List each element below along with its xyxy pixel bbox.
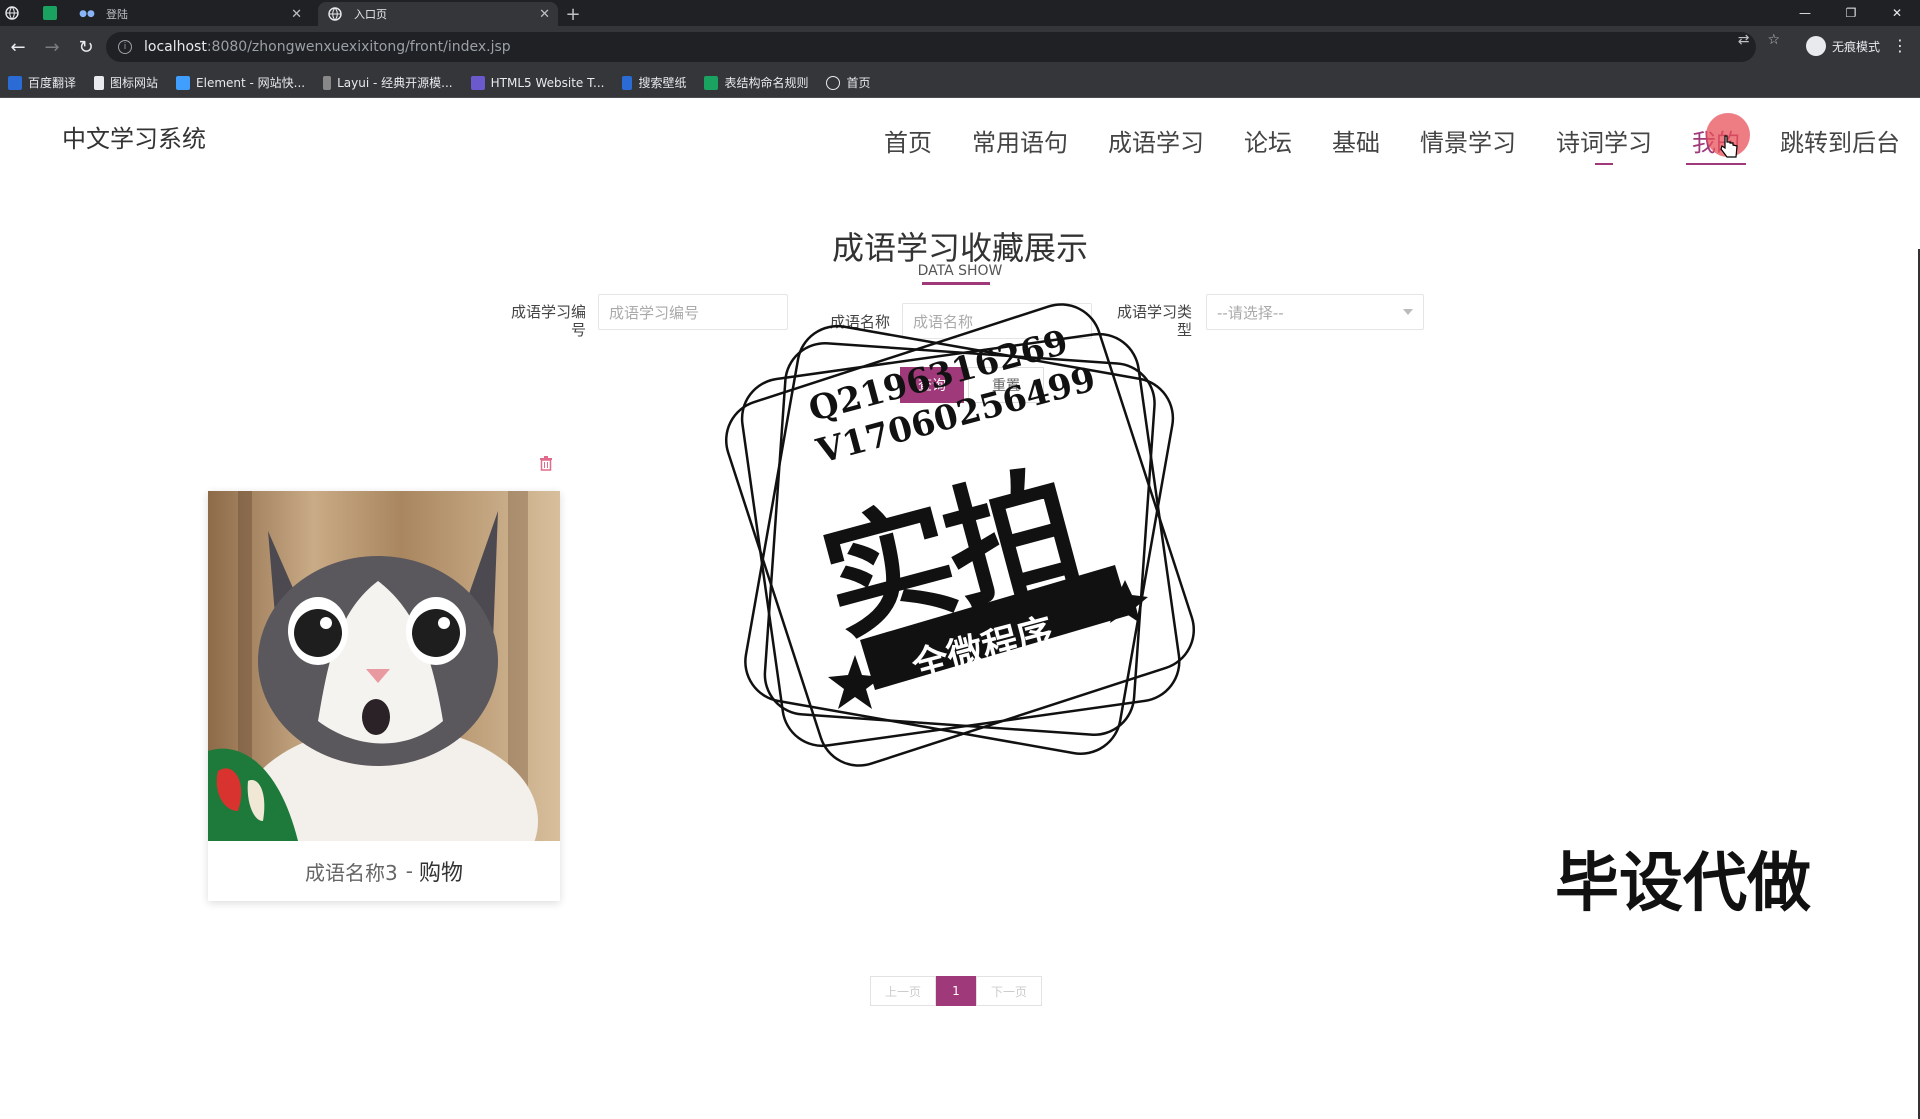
page-number-button[interactable]: 1 bbox=[936, 976, 976, 1006]
bookmark-item[interactable]: 图标网站 bbox=[94, 74, 158, 91]
globe-icon bbox=[328, 7, 342, 21]
bookmark-item[interactable]: 搜索壁纸 bbox=[622, 74, 686, 91]
bookmark-item[interactable]: 表结构命名规则 bbox=[704, 74, 808, 91]
html5-icon bbox=[470, 75, 485, 90]
label-line: 号 bbox=[570, 321, 586, 339]
bookmark-label: Layui - 经典开源模... bbox=[337, 76, 453, 90]
next-page-button[interactable]: 下一页 bbox=[976, 976, 1042, 1006]
close-icon[interactable]: ✕ bbox=[539, 7, 550, 22]
incognito-icon bbox=[1805, 36, 1826, 56]
pinned-tab-globe[interactable] bbox=[0, 0, 24, 26]
prev-page-button[interactable]: 上一页 bbox=[870, 976, 936, 1006]
nav-label: 首页 bbox=[884, 129, 932, 157]
bookmarks-bar: 百度翻译 图标网站 Element - 网站快... Layui - 经典开源模… bbox=[0, 68, 1920, 98]
hand-cursor-icon bbox=[1720, 135, 1738, 158]
bookmark-label: Element - 网站快... bbox=[196, 76, 306, 90]
nav-phrases[interactable]: 常用语句 bbox=[972, 123, 1068, 161]
nav-forum[interactable]: 论坛 bbox=[1244, 123, 1292, 161]
pagination: 上一页 1 下一页 bbox=[870, 976, 1042, 1006]
wallpaper-icon bbox=[622, 75, 633, 90]
nav-label: 基础 bbox=[1332, 129, 1380, 157]
info-icon[interactable]: i bbox=[118, 40, 132, 54]
address-bar[interactable]: i localhost:8080/zhongwenxuexixitong/fro… bbox=[106, 32, 1756, 62]
globe-icon bbox=[5, 6, 19, 20]
page-subtitle: DATA SHOW bbox=[917, 263, 1003, 279]
idiom-category: 购物 bbox=[418, 861, 463, 886]
green-sheet-icon bbox=[43, 6, 57, 20]
close-icon[interactable]: ✕ bbox=[291, 7, 302, 22]
trash-icon[interactable] bbox=[539, 455, 553, 475]
layui-icon bbox=[323, 75, 332, 90]
site-logo[interactable]: 中文学习系统 bbox=[62, 119, 206, 154]
restore-icon[interactable]: ❐ bbox=[1828, 0, 1874, 26]
back-arrow-icon[interactable]: ← bbox=[2, 31, 34, 63]
bookmark-label: 图标网站 bbox=[110, 76, 159, 90]
element-icon bbox=[176, 75, 191, 90]
nav-label: 成语学习 bbox=[1108, 129, 1204, 157]
dots-icon: ●● bbox=[79, 9, 95, 19]
nav-admin[interactable]: 跳转到后台 bbox=[1780, 123, 1900, 161]
bookmark-item[interactable]: Element - 网站快... bbox=[176, 74, 305, 91]
nav-label: 常用语句 bbox=[972, 129, 1068, 157]
reload-icon[interactable]: ↻ bbox=[70, 31, 102, 63]
idiom-name: 成语名称3 bbox=[305, 860, 398, 885]
nav-basics[interactable]: 基础 bbox=[1332, 123, 1380, 161]
bookmark-label: 百度翻译 bbox=[28, 76, 77, 90]
star-icon[interactable]: ☆ bbox=[1767, 32, 1780, 48]
pinned-tab-sheet[interactable] bbox=[38, 0, 62, 26]
new-tab-button[interactable]: + bbox=[558, 2, 588, 26]
nav-label: 跳转到后台 bbox=[1780, 129, 1900, 157]
incognito-label: 无痕模式 bbox=[1831, 39, 1880, 54]
number-label: 成语学习编 号 bbox=[490, 303, 586, 339]
type-select[interactable]: --请选择-- bbox=[1206, 294, 1424, 330]
cat-photo[interactable] bbox=[208, 491, 560, 841]
close-window-icon[interactable]: ✕ bbox=[1874, 0, 1920, 26]
placeholder: 成语学习编号 bbox=[609, 303, 700, 322]
label-line: 成语学习编 bbox=[510, 303, 586, 321]
tab-title: 入口页 bbox=[354, 8, 387, 21]
menu-icon[interactable]: ⋮ bbox=[1892, 36, 1908, 55]
green-sheet-icon bbox=[704, 75, 719, 90]
browser-tab-bar: ●● 登陆 ✕ 入口页 ✕ + — ❐ ✕ bbox=[0, 0, 1920, 26]
bookmark-label: HTML5 Website T... bbox=[490, 75, 605, 90]
flag-icon bbox=[94, 75, 105, 90]
hover-underline bbox=[1595, 163, 1613, 165]
nav-label: 论坛 bbox=[1244, 129, 1292, 157]
globe-icon bbox=[826, 75, 841, 90]
nav-label: 诗词学习 bbox=[1556, 129, 1652, 157]
window-controls: — ❐ ✕ bbox=[1782, 0, 1920, 26]
url-host: localhost bbox=[144, 39, 207, 55]
browser-toolbar: ← → ↻ i localhost:8080/zhongwenxuexixito… bbox=[0, 26, 1920, 68]
bookmark-label: 首页 bbox=[846, 76, 871, 90]
baidu-translate-icon bbox=[8, 75, 22, 90]
tab-title: 登陆 bbox=[106, 8, 128, 21]
card-caption: 成语名称3 - 购物 bbox=[208, 841, 560, 901]
title-underline bbox=[922, 282, 990, 285]
incognito-indicator[interactable]: 无痕模式 bbox=[1805, 36, 1880, 56]
bookmark-label: 搜索壁纸 bbox=[638, 76, 687, 90]
nav-home[interactable]: 首页 bbox=[884, 123, 932, 161]
forward-arrow-icon[interactable]: → bbox=[36, 31, 68, 63]
nav-label: 情景学习 bbox=[1420, 129, 1516, 157]
watermark-corner: 毕设代做 bbox=[1555, 847, 1811, 921]
url-path: :8080/zhongwenxuexixitong/front/index.js… bbox=[206, 39, 511, 55]
active-underline bbox=[1686, 163, 1746, 165]
nav-idioms[interactable]: 成语学习 bbox=[1108, 123, 1204, 161]
bookmark-item[interactable]: 首页 bbox=[826, 74, 871, 91]
bookmark-item[interactable]: HTML5 Website T... bbox=[470, 75, 605, 90]
caption-separator: - bbox=[405, 859, 413, 883]
favorite-card[interactable]: 成语名称3 - 购物 bbox=[208, 491, 560, 901]
tab-login[interactable]: ●● 登陆 ✕ bbox=[70, 2, 310, 26]
bookmark-item[interactable]: 百度翻译 bbox=[8, 74, 76, 91]
minimize-icon[interactable]: — bbox=[1782, 0, 1828, 26]
nav-poetry[interactable]: 诗词学习 bbox=[1556, 123, 1652, 165]
tab-entry[interactable]: 入口页 ✕ bbox=[318, 2, 558, 26]
nav-scenes[interactable]: 情景学习 bbox=[1420, 123, 1516, 161]
select-value: --请选择-- bbox=[1217, 303, 1284, 322]
bookmark-item[interactable]: Layui - 经典开源模... bbox=[323, 74, 453, 91]
bookmark-label: 表结构命名规则 bbox=[724, 76, 809, 90]
chevron-down-icon bbox=[1403, 309, 1413, 315]
translate-icon[interactable]: ⇄ bbox=[1738, 32, 1750, 48]
